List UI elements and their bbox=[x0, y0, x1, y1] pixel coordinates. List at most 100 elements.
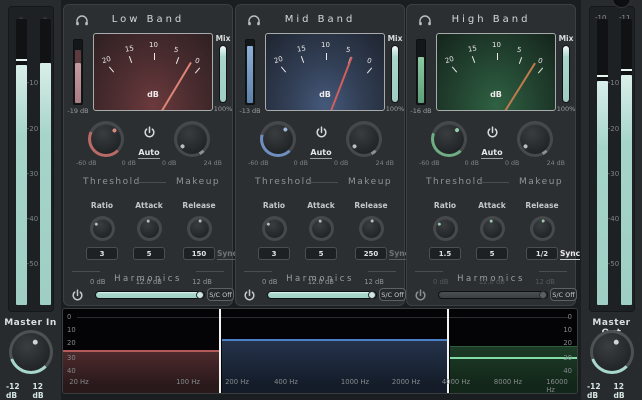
max-label: 24 dB bbox=[376, 160, 394, 167]
makeup-range: 0 dB24 dB bbox=[505, 160, 565, 167]
mix-slider[interactable] bbox=[391, 45, 399, 103]
peak-tick bbox=[597, 75, 608, 77]
harmonics-max: 12 dB bbox=[192, 278, 212, 286]
master-in-gain-knob[interactable] bbox=[9, 330, 53, 374]
harmonics-slider[interactable] bbox=[267, 291, 377, 299]
ratio-value[interactable]: 3 bbox=[258, 247, 290, 260]
divider-line bbox=[72, 271, 100, 272]
master-out-gain-knob[interactable] bbox=[590, 330, 634, 374]
knob-face bbox=[593, 333, 631, 371]
slider-fill bbox=[96, 292, 204, 298]
sidechain-button[interactable]: S/C Off bbox=[379, 288, 406, 301]
makeup-knob[interactable] bbox=[174, 121, 210, 157]
threshold-knob[interactable] bbox=[431, 121, 467, 157]
ratio-value[interactable]: 1.5 bbox=[429, 247, 461, 260]
harmonics-slider[interactable] bbox=[438, 291, 548, 299]
threshold-knob[interactable] bbox=[260, 121, 296, 157]
y-axis-tick: 30 bbox=[563, 354, 572, 362]
knob-indicator bbox=[32, 338, 38, 344]
divider-line bbox=[415, 271, 443, 272]
mix-label: Mix bbox=[555, 34, 577, 43]
makeup-knob[interactable] bbox=[517, 121, 553, 157]
release-knob[interactable] bbox=[530, 216, 555, 241]
release-value[interactable]: 150 bbox=[183, 247, 215, 260]
y-axis-tick: 40 bbox=[67, 367, 76, 375]
scale-tick: -30 bbox=[608, 170, 619, 178]
y-axis-tick: 20 bbox=[563, 339, 572, 347]
knob-face bbox=[349, 124, 379, 154]
vu-tick bbox=[154, 53, 155, 60]
auto-button[interactable]: Auto bbox=[301, 125, 341, 159]
max-label: 0 dB bbox=[465, 160, 479, 167]
max-label: 0 dB bbox=[122, 160, 136, 167]
master-out-meter: -10 -11 -10 -20 -30 -40 -50 bbox=[589, 6, 635, 312]
harmonics-power-icon[interactable] bbox=[242, 288, 257, 303]
crossover-divider-low-mid[interactable] bbox=[219, 309, 221, 394]
high-band-level-line bbox=[450, 357, 578, 359]
sync-button[interactable]: Sync bbox=[560, 249, 580, 260]
auto-button[interactable]: Auto bbox=[129, 125, 169, 159]
divider-line bbox=[136, 182, 166, 183]
vu-meter: 20 15 10 5 0 dB bbox=[436, 33, 556, 111]
mix-fill bbox=[392, 46, 398, 102]
gr-dim-fill bbox=[75, 50, 81, 63]
slider-fill bbox=[439, 292, 547, 298]
ratio-label: Ratio bbox=[77, 201, 127, 210]
x-axis-tick: 20 Hz bbox=[69, 378, 89, 386]
gr-fill bbox=[75, 63, 81, 103]
max-label: 24 dB bbox=[204, 160, 222, 167]
y-axis-tick: 0 bbox=[568, 313, 572, 321]
harmonics-slider[interactable] bbox=[95, 291, 205, 299]
vu-tick bbox=[497, 53, 498, 60]
knob-max-label: 12 dB bbox=[33, 382, 56, 400]
makeup-label: Makeup bbox=[348, 177, 392, 187]
attack-value[interactable]: 5 bbox=[476, 247, 508, 260]
harmonics-power-icon[interactable] bbox=[70, 288, 85, 303]
attack-knob[interactable] bbox=[480, 216, 505, 241]
vu-tick-label: 10 bbox=[321, 41, 330, 49]
harmonics-power-icon[interactable] bbox=[413, 288, 428, 303]
attack-knob[interactable] bbox=[309, 216, 334, 241]
knob-face bbox=[263, 124, 293, 154]
x-axis-tick: 100 Hz bbox=[176, 378, 200, 386]
vu-tick bbox=[281, 66, 286, 72]
vu-tick bbox=[129, 56, 132, 63]
scale-tick: -40 bbox=[27, 215, 38, 223]
ratio-value[interactable]: 3 bbox=[86, 247, 118, 260]
slider-handle[interactable] bbox=[539, 291, 547, 299]
attack-knob[interactable] bbox=[137, 216, 162, 241]
ratio-knob[interactable] bbox=[433, 216, 458, 241]
vu-tick bbox=[519, 57, 522, 64]
attack-value[interactable]: 5 bbox=[133, 247, 165, 260]
slider-handle[interactable] bbox=[368, 291, 376, 299]
release-knob[interactable] bbox=[359, 216, 384, 241]
threshold-label: Threshold bbox=[83, 177, 141, 187]
slider-handle[interactable] bbox=[196, 291, 204, 299]
ratio-knob[interactable] bbox=[90, 216, 115, 241]
release-value[interactable]: 1/2 bbox=[526, 247, 558, 260]
auto-button[interactable]: Auto bbox=[472, 125, 512, 159]
mix-slider[interactable] bbox=[562, 45, 570, 103]
threshold-range: -60 dB0 dB bbox=[419, 160, 479, 167]
mix-slider[interactable] bbox=[219, 45, 227, 103]
vu-tick-label: 10 bbox=[149, 41, 158, 49]
ratio-label: Ratio bbox=[249, 201, 299, 210]
min-label: 0 dB bbox=[505, 160, 519, 167]
gain-reduction-value: -13 dB bbox=[236, 107, 264, 115]
makeup-knob[interactable] bbox=[346, 121, 382, 157]
harmonics-scale: 0 dB 12.0 dB 12 dB bbox=[90, 278, 212, 286]
band-title: Mid Band bbox=[236, 14, 404, 25]
threshold-knob[interactable] bbox=[88, 121, 124, 157]
meter-fill bbox=[40, 63, 51, 305]
vu-tick-label: 20 bbox=[101, 55, 112, 65]
release-value[interactable]: 250 bbox=[355, 247, 387, 260]
ratio-label: Ratio bbox=[420, 201, 470, 210]
release-knob[interactable] bbox=[187, 216, 212, 241]
scale-tick: -30 bbox=[27, 170, 38, 178]
sidechain-button[interactable]: S/C Off bbox=[550, 288, 577, 301]
attack-value[interactable]: 5 bbox=[305, 247, 337, 260]
harmonics-max: 12 dB bbox=[364, 278, 384, 286]
knob-face bbox=[12, 333, 50, 371]
ratio-knob[interactable] bbox=[262, 216, 287, 241]
sidechain-button[interactable]: S/C Off bbox=[207, 288, 234, 301]
